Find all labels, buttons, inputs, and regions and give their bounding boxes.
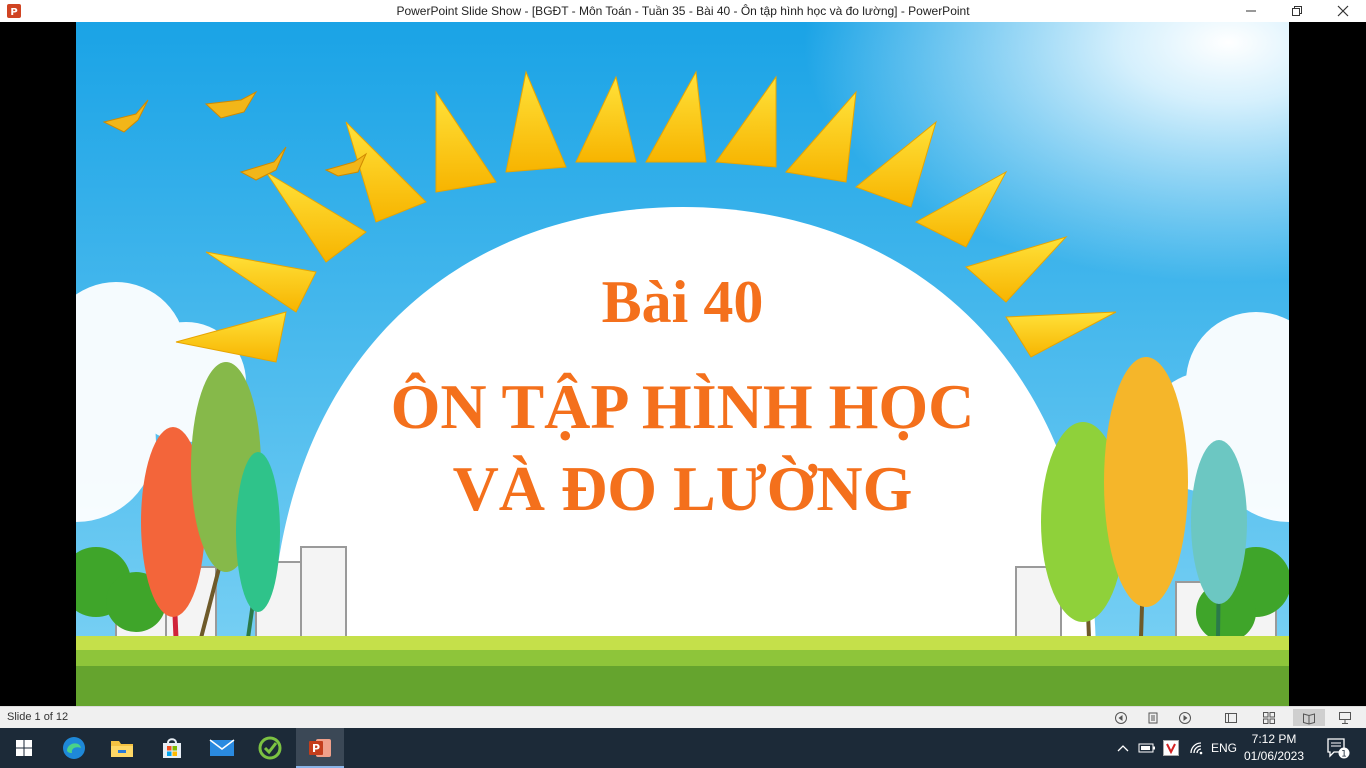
edge-icon [63,737,85,759]
slide[interactable]: Bài 40 ÔN TẬP HÌNH HỌC VÀ ĐO LƯỜNG [76,22,1289,706]
start-button[interactable] [0,728,48,768]
taskbar-edge[interactable] [50,728,98,768]
slide-show-icon [1339,711,1351,724]
slide-show-area[interactable]: Bài 40 ÔN TẬP HÌNH HỌC VÀ ĐO LƯỜNG [0,22,1366,706]
show-hidden-icons-button[interactable] [1112,728,1134,768]
wifi-tray-button[interactable] [1186,728,1208,768]
restore-icon [1292,6,1302,16]
grass-strip [76,636,1289,650]
slide-title-line-2: VÀ ĐO LƯỜNG [452,453,913,524]
previous-icon [1115,711,1127,724]
close-icon [1337,5,1349,17]
restore-button[interactable] [1274,0,1320,22]
menu-icon [1148,712,1158,723]
unikey-v-icon [1163,740,1179,756]
chevron-up-icon [1117,745,1129,752]
vietnamese-input-tray-button[interactable] [1160,728,1182,768]
mail-icon [209,739,235,756]
slide-sorter-icon [1263,711,1275,724]
minimize-button[interactable] [1228,0,1274,22]
grass-strip-mid [76,650,1289,666]
title-bar: P PowerPoint Slide Show - [BGĐT - Môn To… [0,0,1366,22]
file-explorer-icon [111,741,133,757]
window-title: PowerPoint Slide Show - [BGĐT - Môn Toán… [396,4,970,18]
microsoft-store-icon [163,738,181,758]
taskbar-file-explorer[interactable] [98,728,146,768]
reading-view-button[interactable] [1293,709,1325,726]
taskbar-mail[interactable] [198,728,246,768]
taskbar-green-app[interactable] [246,728,294,768]
next-icon [1179,711,1191,724]
close-button[interactable] [1320,0,1366,22]
slide-background [76,22,1289,706]
clock-date: 01/06/2023 [1243,749,1305,763]
start-icon [16,740,32,756]
input-language[interactable]: ENG [1208,728,1240,768]
notification-icon: 1 [1327,738,1350,760]
taskbar-microsoft-store[interactable] [148,728,196,768]
action-center-button[interactable]: 1 [1318,728,1358,768]
battery-icon [1138,743,1155,753]
notification-count: 1 [1341,750,1347,760]
slide-sorter-button[interactable] [1260,709,1278,726]
taskbar: P ENG 7:12 PM 01/06/2023 1 [0,728,1366,768]
wifi-icon [1190,742,1203,755]
minimize-icon [1246,10,1256,12]
battery-tray-button[interactable] [1136,728,1158,768]
clock-time: 7:12 PM [1251,732,1297,746]
taskbar-clock[interactable]: 7:12 PM 01/06/2023 [1238,731,1310,765]
next-slide-button[interactable] [1176,709,1194,726]
ground [76,666,1289,706]
slide-title-line-1: ÔN TẬP HÌNH HỌC [390,371,975,442]
slideshow-status-bar: Slide 1 of 12 [0,706,1366,728]
slide-counter: Slide 1 of 12 [7,711,69,723]
powerpoint-icon: P [309,739,331,757]
lesson-number: Bài 40 [601,269,764,335]
green-app-icon [258,736,282,760]
previous-slide-button[interactable] [1112,709,1130,726]
taskbar-powerpoint[interactable]: P [296,728,344,768]
slide-menu-button[interactable] [1144,709,1162,726]
reading-view-icon [1303,712,1315,725]
normal-view-button[interactable] [1222,709,1240,726]
normal-view-icon [1225,712,1237,723]
svg-text:P: P [312,742,320,755]
slide-show-button[interactable] [1336,709,1354,726]
